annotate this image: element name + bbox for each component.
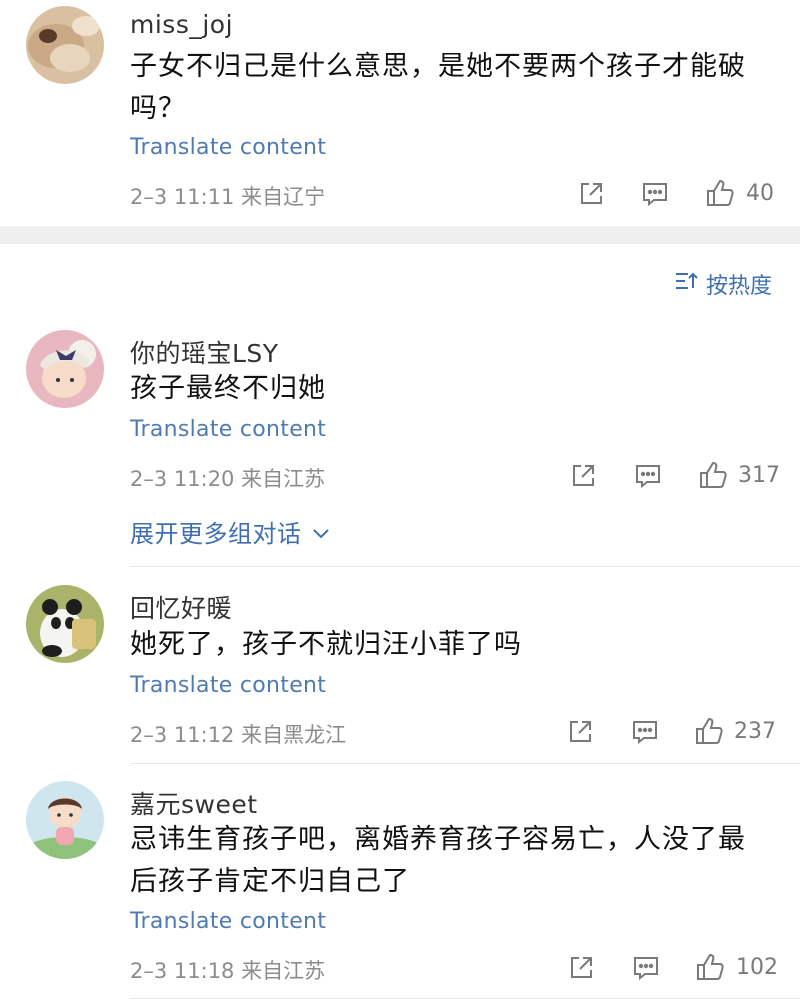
translate-link[interactable]: Translate content [130,417,326,442]
like-count: 40 [746,181,774,206]
expand-label: 展开更多组对话 [130,520,302,548]
reply-icon[interactable] [631,719,659,745]
translate-link[interactable]: Translate content [130,135,326,160]
sort-icon [674,270,698,298]
chevron-down-icon [312,518,330,546]
like-count: 317 [738,463,780,488]
avatar[interactable] [26,6,104,84]
sort-toggle[interactable]: 按热度 [674,268,772,300]
translate-link[interactable]: Translate content [130,673,326,698]
translate-link[interactable]: Translate content [130,909,326,934]
like-count: 102 [736,955,778,980]
like-icon[interactable] [695,952,725,982]
username[interactable]: 回忆好暖 [130,589,232,625]
avatar[interactable] [26,781,104,859]
divider [130,998,800,999]
comment-meta: 2–3 11:20 来自江苏 [130,467,326,491]
divider [130,566,800,567]
comment-meta: 2–3 11:18 来自江苏 [130,959,326,983]
username[interactable]: 嘉元sweet [130,785,258,821]
share-icon[interactable] [569,462,597,490]
expand-conversation-link[interactable]: 展开更多组对话 [130,514,330,549]
like-count: 237 [734,719,776,744]
section-divider [0,226,800,244]
comment-text: 子女不归己是什么意思，是她不要两个孩子才能破吗？ [130,51,746,124]
reply-icon[interactable] [632,955,660,981]
comment-meta: 2–3 11:12 来自黑龙江 [130,723,347,747]
comment-text: 孩子最终不归她 [130,373,326,404]
avatar[interactable] [26,330,104,408]
sort-label: 按热度 [705,274,772,299]
like-icon[interactable] [694,716,724,746]
reply-icon[interactable] [634,463,662,489]
comment-text: 她死了，孩子不就归汪小菲了吗 [130,629,522,660]
avatar[interactable] [26,585,104,663]
share-icon[interactable] [566,718,594,746]
like-icon[interactable] [705,178,735,208]
comment-meta: 2–3 11:11 来自辽宁 [130,185,326,209]
reply-icon[interactable] [641,181,669,207]
share-icon[interactable] [567,954,595,982]
like-icon[interactable] [698,460,728,490]
comment-text: 忌讳生育孩子吧，离婚养育孩子容易亡，人没了最后孩子肯定不归自己了 [130,824,746,897]
divider [130,763,800,764]
username[interactable]: 你的瑶宝LSY [130,334,279,370]
share-icon[interactable] [577,180,605,208]
username[interactable]: miss_joj [130,10,233,39]
